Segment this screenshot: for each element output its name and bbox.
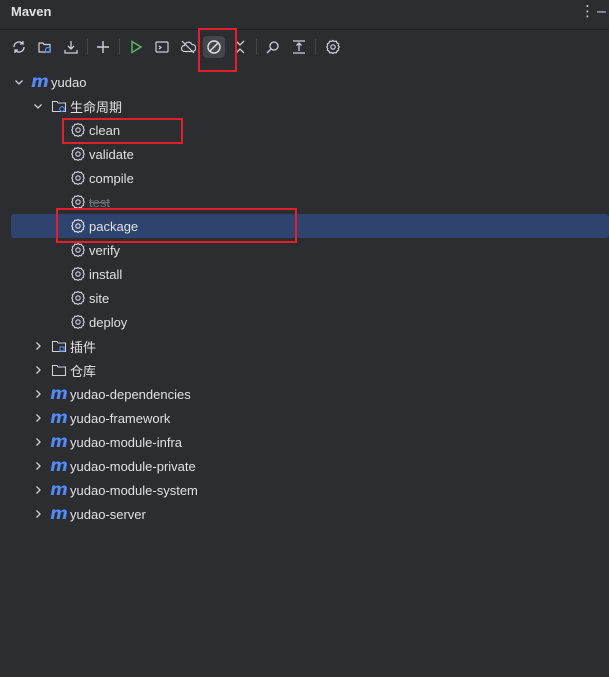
goal-label: validate xyxy=(89,146,134,162)
maven-toolbar xyxy=(0,34,609,62)
gear-icon xyxy=(70,314,86,330)
hide-panel-icon[interactable]: – xyxy=(597,3,609,21)
module-label: yudao-server xyxy=(70,506,146,522)
gear-icon xyxy=(70,290,86,306)
chevron-right-icon[interactable] xyxy=(32,364,44,376)
chevron-right-icon[interactable] xyxy=(32,340,44,352)
tree-node-plugins[interactable]: 插件 xyxy=(0,334,609,358)
skip-tests-icon[interactable] xyxy=(203,36,225,58)
tree-node-label: 生命周期 xyxy=(70,99,123,115)
goal-test[interactable]: test xyxy=(0,190,609,214)
tree-node-label: 插件 xyxy=(70,339,97,355)
repository-folder-icon xyxy=(51,362,67,378)
goal-install[interactable]: install xyxy=(0,262,609,286)
show-dependencies-icon[interactable] xyxy=(288,36,310,58)
module-label: yudao-module-system xyxy=(70,482,198,498)
goal-label: deploy xyxy=(89,314,128,330)
maven-icon: m xyxy=(50,480,68,500)
goal-label: site xyxy=(89,290,110,306)
module-label: yudao-framework xyxy=(70,410,171,426)
maven-icon: m xyxy=(50,504,68,524)
maven-icon: m xyxy=(50,456,68,476)
generate-sources-icon[interactable] xyxy=(34,36,56,58)
chevron-right-icon[interactable] xyxy=(32,436,44,448)
goal-label: verify xyxy=(89,242,121,258)
header-divider xyxy=(0,29,609,30)
tree-node-repositories[interactable]: 仓库 xyxy=(0,358,609,382)
gear-icon xyxy=(70,266,86,282)
gear-icon xyxy=(70,194,86,210)
tree-module[interactable]: m yudao-module-infra xyxy=(0,430,609,454)
tree-module[interactable]: m yudao-server xyxy=(0,502,609,526)
offline-icon[interactable] xyxy=(177,36,199,58)
goal-label: install xyxy=(89,266,123,282)
maven-icon: m xyxy=(50,384,68,404)
chevron-right-icon[interactable] xyxy=(32,388,44,400)
download-icon[interactable] xyxy=(60,36,82,58)
reload-icon[interactable] xyxy=(8,36,30,58)
run-icon[interactable] xyxy=(125,36,147,58)
module-label: yudao-module-private xyxy=(70,458,196,474)
goal-label: compile xyxy=(89,170,134,186)
chevron-right-icon[interactable] xyxy=(32,460,44,472)
module-label: yudao-dependencies xyxy=(70,386,191,402)
more-options-icon[interactable]: ⋮ xyxy=(580,3,595,21)
maven-icon: m xyxy=(31,72,49,92)
chevron-down-icon[interactable] xyxy=(32,100,44,112)
toolbar-separator xyxy=(87,39,88,55)
tree-module[interactable]: m yudao-module-system xyxy=(0,478,609,502)
gear-icon xyxy=(70,122,86,138)
tool-window-header: Maven ⋮ – xyxy=(0,0,609,26)
goal-deploy[interactable]: deploy xyxy=(0,310,609,334)
settings-icon[interactable] xyxy=(322,36,344,58)
gear-icon xyxy=(70,218,86,234)
goal-clean[interactable]: clean xyxy=(0,118,609,142)
toolbar-separator xyxy=(315,39,316,55)
tree-module[interactable]: m yudao-module-private xyxy=(0,454,609,478)
toolbar-separator xyxy=(256,39,257,55)
execute-goal-icon[interactable] xyxy=(151,36,173,58)
plugins-folder-icon xyxy=(51,338,67,354)
goal-label: clean xyxy=(89,122,121,138)
tree-module[interactable]: m yudao-dependencies xyxy=(0,382,609,406)
goal-site[interactable]: site xyxy=(0,286,609,310)
collapse-icon[interactable] xyxy=(229,36,251,58)
chevron-right-icon[interactable] xyxy=(32,484,44,496)
module-label: yudao-module-infra xyxy=(70,434,183,450)
maven-icon: m xyxy=(50,432,68,452)
tree-module[interactable]: m yudao-framework xyxy=(0,406,609,430)
chevron-down-icon[interactable] xyxy=(13,76,25,88)
tree-root-yudao[interactable]: m yudao xyxy=(0,70,609,94)
goal-label: package xyxy=(89,218,139,234)
gear-icon xyxy=(70,146,86,162)
tree-node-label: yudao xyxy=(51,74,87,90)
tree-node-label: 仓库 xyxy=(70,363,97,379)
toolbar-separator xyxy=(119,39,120,55)
goal-compile[interactable]: compile xyxy=(0,166,609,190)
goal-package[interactable]: package xyxy=(11,214,609,238)
maven-icon: m xyxy=(50,408,68,428)
gear-icon xyxy=(70,242,86,258)
tree-node-lifecycle[interactable]: 生命周期 xyxy=(0,94,609,118)
chevron-right-icon[interactable] xyxy=(32,508,44,520)
chevron-right-icon[interactable] xyxy=(32,412,44,424)
goal-verify[interactable]: verify xyxy=(0,238,609,262)
tool-window-title: Maven xyxy=(11,4,52,19)
analyze-icon[interactable] xyxy=(262,36,284,58)
gear-icon xyxy=(70,170,86,186)
add-icon[interactable] xyxy=(92,36,114,58)
goal-label-skipped: test xyxy=(89,194,110,210)
goal-validate[interactable]: validate xyxy=(0,142,609,166)
lifecycle-folder-icon xyxy=(51,98,67,114)
